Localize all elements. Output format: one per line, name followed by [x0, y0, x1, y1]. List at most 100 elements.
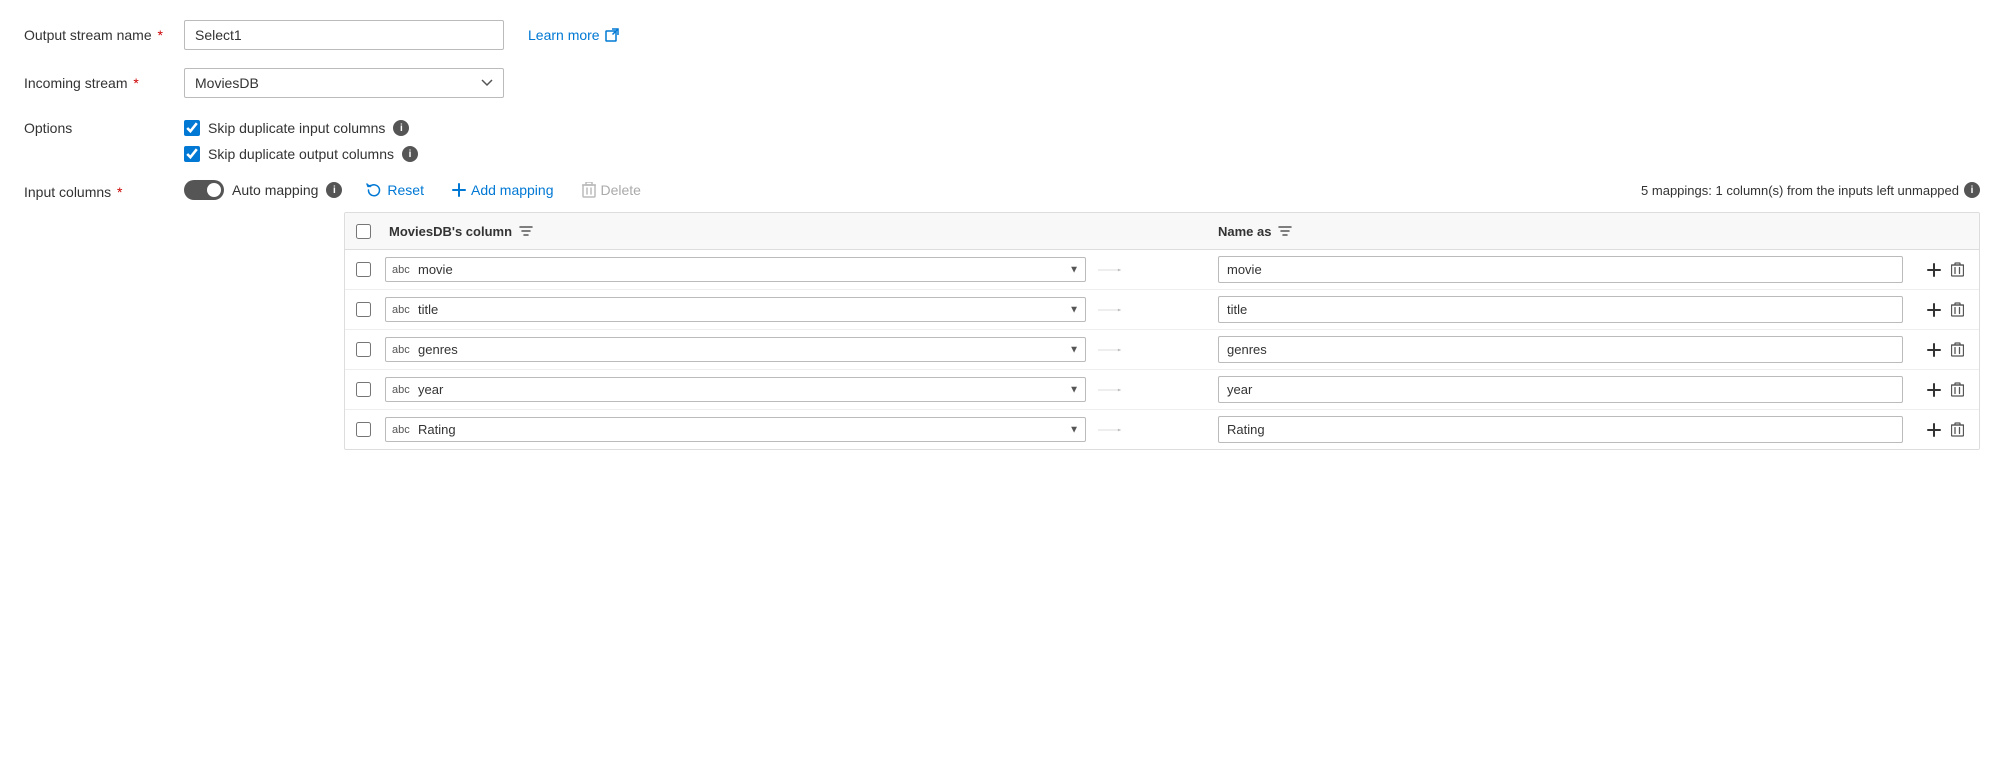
col1-header-text: MoviesDB's column: [389, 224, 512, 239]
column-select-wrap: abc movietitlegenresyearRating ▼: [385, 417, 1086, 442]
delete-row-button[interactable]: [1949, 420, 1966, 439]
learn-more-link[interactable]: Learn more: [528, 27, 619, 43]
row-actions: [1919, 340, 1979, 359]
delete-row-button[interactable]: [1949, 340, 1966, 359]
add-row-icon: [1927, 343, 1941, 357]
col2-filter-icon[interactable]: [1277, 223, 1293, 239]
column-select[interactable]: movietitlegenresyearRating: [418, 342, 1079, 357]
skip-duplicate-input-info-icon: i: [393, 120, 409, 136]
add-row-button[interactable]: [1925, 421, 1943, 439]
delete-row-icon: [1951, 262, 1964, 277]
name-as-cell: [1210, 296, 1919, 323]
output-stream-row: Output stream name * Learn more: [24, 20, 1980, 50]
add-row-button[interactable]: [1925, 381, 1943, 399]
add-row-button[interactable]: [1925, 341, 1943, 359]
skip-duplicate-output-checkbox[interactable]: [184, 146, 200, 162]
col2-header-text: Name as: [1218, 224, 1271, 239]
delete-row-icon: [1951, 422, 1964, 437]
mappings-table: MoviesDB's column Name as: [344, 212, 1980, 450]
column-select[interactable]: movietitlegenresyearRating: [418, 422, 1079, 437]
input-columns-label-text: Input columns: [24, 184, 111, 200]
add-row-button[interactable]: [1925, 301, 1943, 319]
name-as-cell: [1210, 336, 1919, 363]
name-as-cell: [1210, 376, 1919, 403]
col-type-badge: abc: [392, 304, 414, 316]
row-checkbox[interactable]: [356, 422, 371, 437]
name-as-input[interactable]: [1218, 256, 1903, 283]
col1-filter-icon[interactable]: [518, 223, 534, 239]
arrow-line-svg: [1098, 302, 1122, 318]
arrow-line-svg: [1098, 342, 1122, 358]
table-row: abc movietitlegenresyearRating ▼: [345, 410, 1979, 449]
arrow-connector: [1090, 382, 1130, 398]
reset-button[interactable]: Reset: [362, 180, 428, 200]
row-checkbox-cell: [345, 262, 381, 277]
table-row: abc movietitlegenresyearRating ▼: [345, 250, 1979, 290]
col1-header: MoviesDB's column: [381, 223, 1090, 239]
add-row-button[interactable]: [1925, 261, 1943, 279]
select-all-checkbox[interactable]: [356, 224, 371, 239]
required-star-input: *: [113, 184, 122, 200]
delete-row-icon: [1951, 302, 1964, 317]
arrow-connector: [1090, 342, 1130, 358]
name-as-input[interactable]: [1218, 376, 1903, 403]
row-checkbox-cell: [345, 342, 381, 357]
col-type-badge: abc: [392, 264, 414, 276]
add-mapping-button[interactable]: Add mapping: [448, 180, 558, 200]
arrow-line-svg: [1098, 262, 1122, 278]
column-select[interactable]: movietitlegenresyearRating: [418, 382, 1079, 397]
delete-label: Delete: [601, 182, 641, 198]
required-star-incoming: *: [129, 75, 138, 91]
row-checkbox[interactable]: [356, 262, 371, 277]
add-mapping-label: Add mapping: [471, 182, 554, 198]
arrow-connector: [1090, 422, 1130, 438]
options-label: Options: [24, 120, 184, 136]
arrow-connector: [1090, 262, 1130, 278]
col-type-badge: abc: [392, 384, 414, 396]
input-columns-row: Input columns * Auto mapping i: [24, 180, 1980, 450]
arrow-connector: [1090, 302, 1130, 318]
row-actions: [1919, 380, 1979, 399]
skip-duplicate-output-label: Skip duplicate output columns: [208, 146, 394, 162]
output-stream-input[interactable]: [184, 20, 504, 50]
column-select[interactable]: movietitlegenresyearRating: [418, 262, 1079, 277]
row-checkbox[interactable]: [356, 342, 371, 357]
mapping-rows: abc movietitlegenresyearRating ▼: [345, 250, 1979, 449]
delete-row-button[interactable]: [1949, 260, 1966, 279]
column-select-wrap: abc movietitlegenresyearRating ▼: [385, 257, 1086, 282]
incoming-stream-row: Incoming stream * MoviesDB: [24, 68, 1980, 98]
name-as-input[interactable]: [1218, 296, 1903, 323]
row-checkbox-cell: [345, 302, 381, 317]
delete-row-button[interactable]: [1949, 380, 1966, 399]
add-row-icon: [1927, 303, 1941, 317]
skip-duplicate-input-checkbox[interactable]: [184, 120, 200, 136]
add-row-icon: [1927, 263, 1941, 277]
row-actions: [1919, 260, 1979, 279]
table-row: abc movietitlegenresyearRating ▼: [345, 370, 1979, 410]
mapping-info-icon: i: [1964, 182, 1980, 198]
skip-duplicate-input-label: Skip duplicate input columns: [208, 120, 385, 136]
row-checkbox[interactable]: [356, 382, 371, 397]
auto-mapping-label: Auto mapping: [232, 182, 318, 198]
reset-icon: [366, 182, 382, 198]
column-select-wrap: abc movietitlegenresyearRating ▼: [385, 337, 1086, 362]
add-icon: [452, 183, 466, 197]
column-select-wrap: abc movietitlegenresyearRating ▼: [385, 297, 1086, 322]
name-as-input[interactable]: [1218, 416, 1903, 443]
incoming-stream-select[interactable]: MoviesDB: [184, 68, 504, 98]
delete-icon: [582, 182, 596, 198]
required-star: *: [154, 27, 163, 43]
column-select[interactable]: movietitlegenresyearRating: [418, 302, 1079, 317]
row-checkbox-cell: [345, 382, 381, 397]
name-as-input[interactable]: [1218, 336, 1903, 363]
skip-duplicate-output-row: Skip duplicate output columns i: [184, 146, 418, 162]
auto-mapping-info-icon: i: [326, 182, 342, 198]
delete-row-button[interactable]: [1949, 300, 1966, 319]
auto-mapping-toggle[interactable]: Auto mapping i: [184, 180, 342, 200]
delete-row-icon: [1951, 382, 1964, 397]
reset-label: Reset: [387, 182, 424, 198]
external-link-icon: [605, 28, 619, 42]
row-checkbox[interactable]: [356, 302, 371, 317]
delete-button[interactable]: Delete: [578, 180, 645, 200]
row-checkbox-cell: [345, 422, 381, 437]
